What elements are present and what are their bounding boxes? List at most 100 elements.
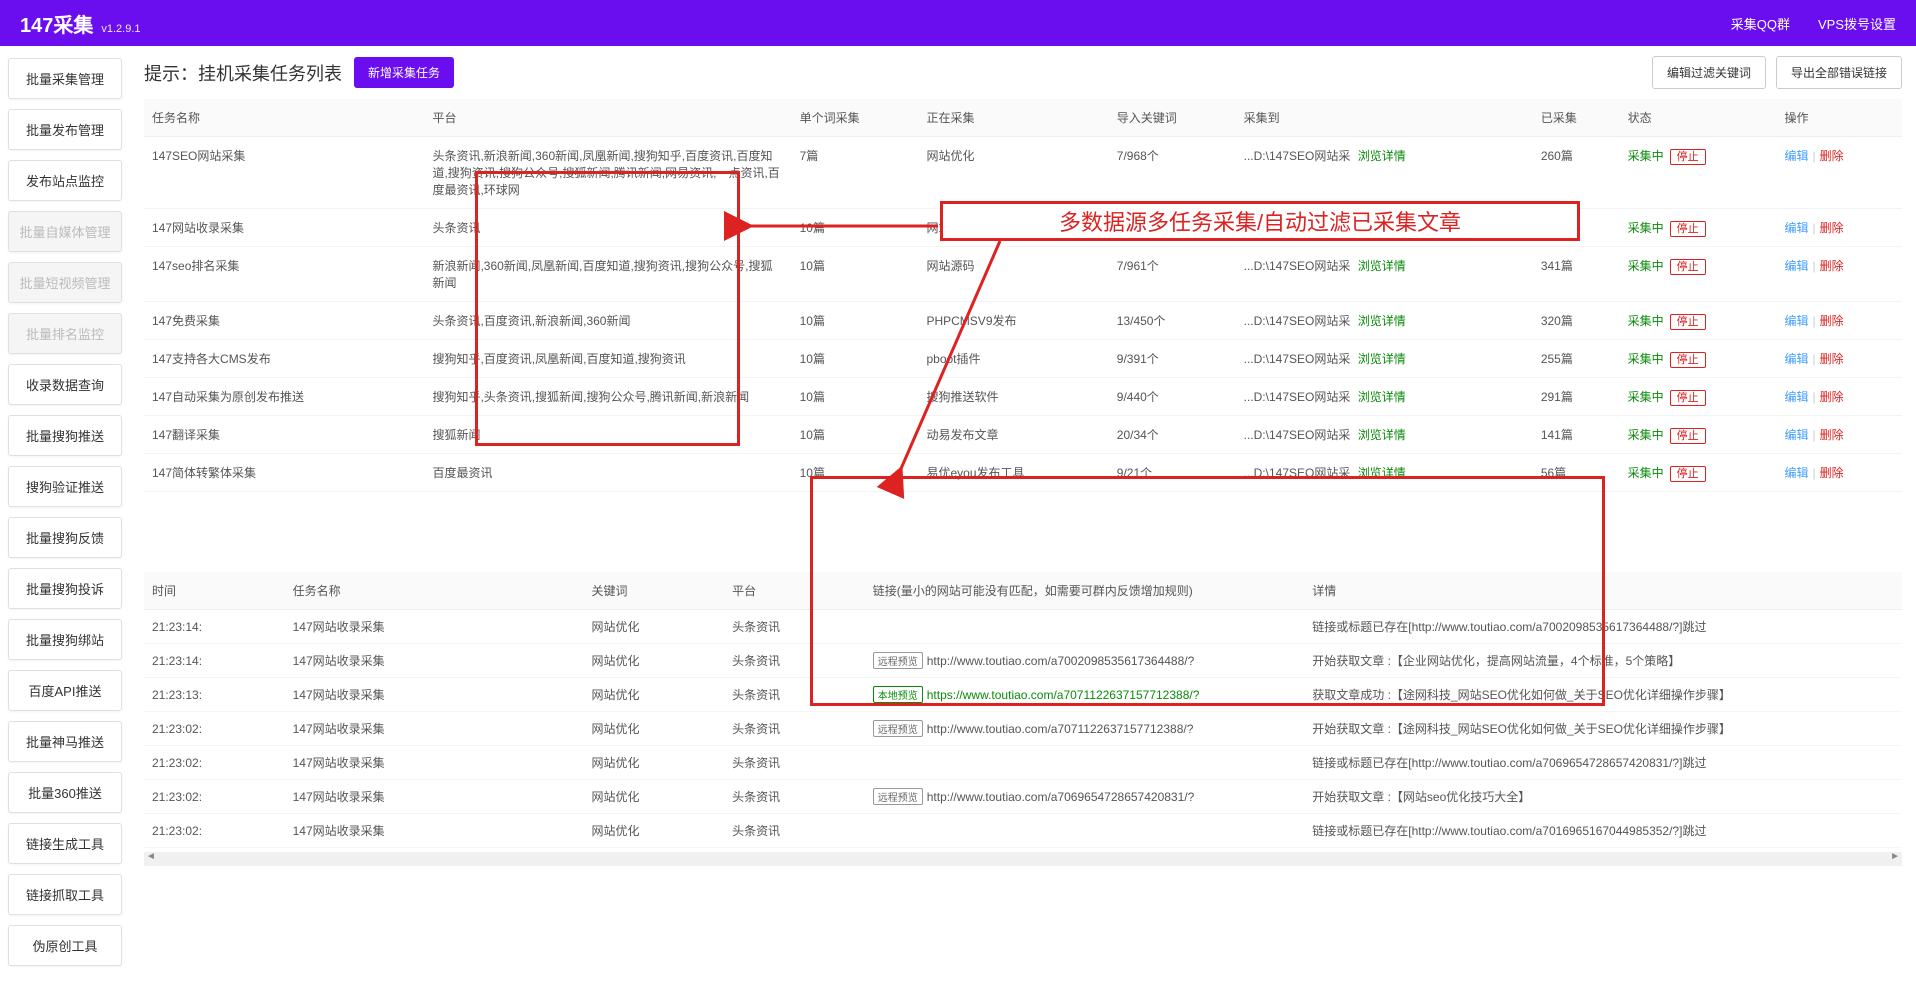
- task-per: 10篇: [792, 378, 919, 416]
- task-count: 291篇: [1533, 378, 1620, 416]
- task-ops: 编辑|删除: [1777, 416, 1902, 454]
- task-count: 341篇: [1533, 247, 1620, 302]
- sidebar-item-0[interactable]: 批量采集管理: [8, 58, 122, 99]
- stop-button[interactable]: 停止: [1670, 259, 1706, 275]
- task-table: 任务名称平台单个词采集正在采集导入关键词采集到已采集状态操作 147SEO网站采…: [144, 99, 1902, 492]
- sidebar-item-8[interactable]: 搜狗验证推送: [8, 466, 122, 507]
- local-badge[interactable]: 本地预览: [873, 686, 923, 703]
- stop-button[interactable]: 停止: [1670, 352, 1706, 368]
- stop-button[interactable]: 停止: [1670, 314, 1706, 330]
- delete-link[interactable]: 删除: [1820, 221, 1844, 235]
- task-name: 147支持各大CMS发布: [144, 340, 424, 378]
- task-row: 147SEO网站采集头条资讯,新浪新闻,360新闻,凤凰新闻,搜狗知乎,百度资讯…: [144, 137, 1902, 209]
- log-row: 21:23:02:147网站收录采集网站优化头条资讯远程预览http://www…: [144, 780, 1902, 814]
- edit-link[interactable]: 编辑: [1785, 428, 1809, 442]
- sidebar-item-13[interactable]: 批量神马推送: [8, 721, 122, 762]
- sidebar-item-16[interactable]: 链接抓取工具: [8, 874, 122, 915]
- browse-link[interactable]: 浏览详情: [1358, 390, 1406, 404]
- browse-link[interactable]: 浏览详情: [1358, 149, 1406, 163]
- log-detail: 链接或标题已存在[http://www.toutiao.com/a7069654…: [1304, 746, 1902, 780]
- browse-link[interactable]: 浏览详情: [1358, 428, 1406, 442]
- horizontal-scrollbar[interactable]: [144, 852, 1902, 866]
- delete-link[interactable]: 删除: [1820, 390, 1844, 404]
- log-detail: 开始获取文章 :【网站seo优化技巧大全】: [1304, 780, 1902, 814]
- sidebar-item-7[interactable]: 批量搜狗推送: [8, 415, 122, 456]
- sidebar-item-9[interactable]: 批量搜狗反馈: [8, 517, 122, 558]
- app-title: 147采集: [20, 9, 93, 38]
- edit-link[interactable]: 编辑: [1785, 221, 1809, 235]
- edit-link[interactable]: 编辑: [1785, 466, 1809, 480]
- browse-link[interactable]: 浏览详情: [1358, 352, 1406, 366]
- delete-link[interactable]: 删除: [1820, 149, 1844, 163]
- edit-link[interactable]: 编辑: [1785, 259, 1809, 273]
- task-dest: ...D:\147SEO网站采 浏览详情: [1236, 378, 1533, 416]
- delete-link[interactable]: 删除: [1820, 428, 1844, 442]
- task-kw: 9/440个: [1109, 378, 1236, 416]
- delete-link[interactable]: 删除: [1820, 259, 1844, 273]
- edit-filter-button[interactable]: 编辑过滤关键词: [1652, 56, 1766, 89]
- browse-link[interactable]: 浏览详情: [1358, 221, 1406, 235]
- edit-link[interactable]: 编辑: [1785, 149, 1809, 163]
- task-row: 147支持各大CMS发布搜狗知乎,百度资讯,凤凰新闻,百度知道,搜狗资讯10篇p…: [144, 340, 1902, 378]
- browse-link[interactable]: 浏览详情: [1358, 259, 1406, 273]
- log-row: 21:23:14:147网站收录采集网站优化头条资讯链接或标题已存在[http:…: [144, 610, 1902, 644]
- task-count: 141篇: [1533, 416, 1620, 454]
- browse-link[interactable]: 浏览详情: [1358, 314, 1406, 328]
- remote-badge[interactable]: 远程预览: [873, 788, 923, 805]
- log-kw: 网站优化: [583, 678, 724, 712]
- stop-button[interactable]: 停止: [1670, 149, 1706, 165]
- task-status: 采集中停止: [1620, 247, 1777, 302]
- sidebar-item-11[interactable]: 批量搜狗绑站: [8, 619, 122, 660]
- qq-group-link[interactable]: 采集QQ群: [1731, 14, 1790, 33]
- header-left: 147采集 v1.2.9.1: [20, 9, 141, 38]
- stop-button[interactable]: 停止: [1670, 390, 1706, 406]
- task-th-4: 导入关键词: [1109, 99, 1236, 137]
- log-row: 21:23:13:147网站收录采集网站优化头条资讯本地预览https://ww…: [144, 678, 1902, 712]
- task-per: 10篇: [792, 416, 919, 454]
- log-url: http://www.toutiao.com/a7002098535617364…: [927, 654, 1195, 668]
- log-platform: 头条资讯: [724, 712, 865, 746]
- task-kw: 13/450个: [1109, 302, 1236, 340]
- delete-link[interactable]: 删除: [1820, 314, 1844, 328]
- new-task-button[interactable]: 新增采集任务: [354, 57, 454, 88]
- edit-link[interactable]: 编辑: [1785, 314, 1809, 328]
- log-th-3: 平台: [724, 572, 865, 610]
- task-name: 147免费采集: [144, 302, 424, 340]
- task-row: 147seo排名采集新浪新闻,360新闻,凤凰新闻,百度知道,搜狗资讯,搜狗公众…: [144, 247, 1902, 302]
- task-per: 10篇: [792, 247, 919, 302]
- task-status: 采集中停止: [1620, 209, 1777, 247]
- sidebar-item-2[interactable]: 发布站点监控: [8, 160, 122, 201]
- stop-button[interactable]: 停止: [1670, 428, 1706, 444]
- task-per: 10篇: [792, 209, 919, 247]
- task-status: 采集中停止: [1620, 302, 1777, 340]
- edit-link[interactable]: 编辑: [1785, 390, 1809, 404]
- sidebar-item-17[interactable]: 伪原创工具: [8, 925, 122, 966]
- log-kw: 网站优化: [583, 712, 724, 746]
- edit-link[interactable]: 编辑: [1785, 352, 1809, 366]
- log-time: 21:23:02:: [144, 712, 285, 746]
- sidebar-item-10[interactable]: 批量搜狗投诉: [8, 568, 122, 609]
- sidebar-item-15[interactable]: 链接生成工具: [8, 823, 122, 864]
- vps-settings-link[interactable]: VPS拨号设置: [1818, 14, 1896, 33]
- log-link: 本地预览https://www.toutiao.com/a70711226371…: [865, 678, 1305, 712]
- sidebar-item-14[interactable]: 批量360推送: [8, 772, 122, 813]
- stop-button[interactable]: 停止: [1670, 466, 1706, 482]
- task-dest: ...D:\147SEO网站采 浏览详情: [1236, 247, 1533, 302]
- sidebar-item-6[interactable]: 收录数据查询: [8, 364, 122, 405]
- stop-button[interactable]: 停止: [1670, 221, 1706, 237]
- log-row: 21:23:14:147网站收录采集网站优化头条资讯远程预览http://www…: [144, 644, 1902, 678]
- task-status: 采集中停止: [1620, 454, 1777, 492]
- task-platform: 搜狗知乎,百度资讯,凤凰新闻,百度知道,搜狗资讯: [424, 340, 791, 378]
- log-kw: 网站优化: [583, 644, 724, 678]
- delete-link[interactable]: 删除: [1820, 352, 1844, 366]
- export-errors-button[interactable]: 导出全部错误链接: [1776, 56, 1902, 89]
- sidebar-item-12[interactable]: 百度API推送: [8, 670, 122, 711]
- browse-link[interactable]: 浏览详情: [1358, 466, 1406, 480]
- sidebar-item-1[interactable]: 批量发布管理: [8, 109, 122, 150]
- remote-badge[interactable]: 远程预览: [873, 652, 923, 669]
- log-link: 远程预览http://www.toutiao.com/a706965472865…: [865, 780, 1305, 814]
- delete-link[interactable]: 删除: [1820, 466, 1844, 480]
- remote-badge[interactable]: 远程预览: [873, 720, 923, 737]
- log-time: 21:23:13:: [144, 678, 285, 712]
- task-status: 采集中停止: [1620, 378, 1777, 416]
